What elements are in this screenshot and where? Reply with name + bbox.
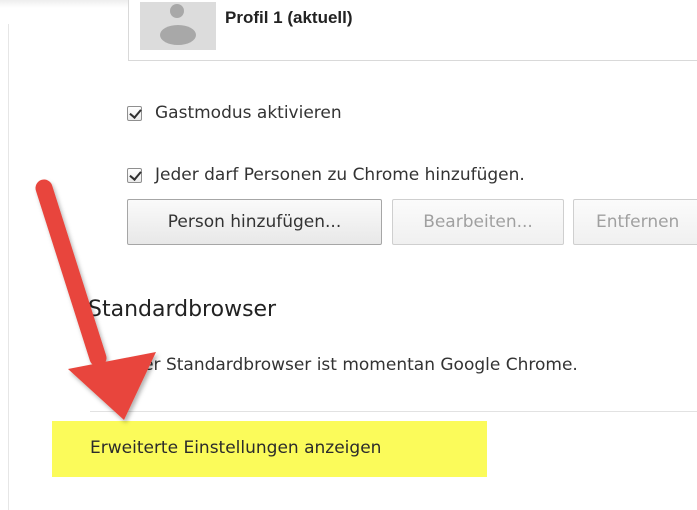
annotation-arrow-icon <box>35 179 156 420</box>
